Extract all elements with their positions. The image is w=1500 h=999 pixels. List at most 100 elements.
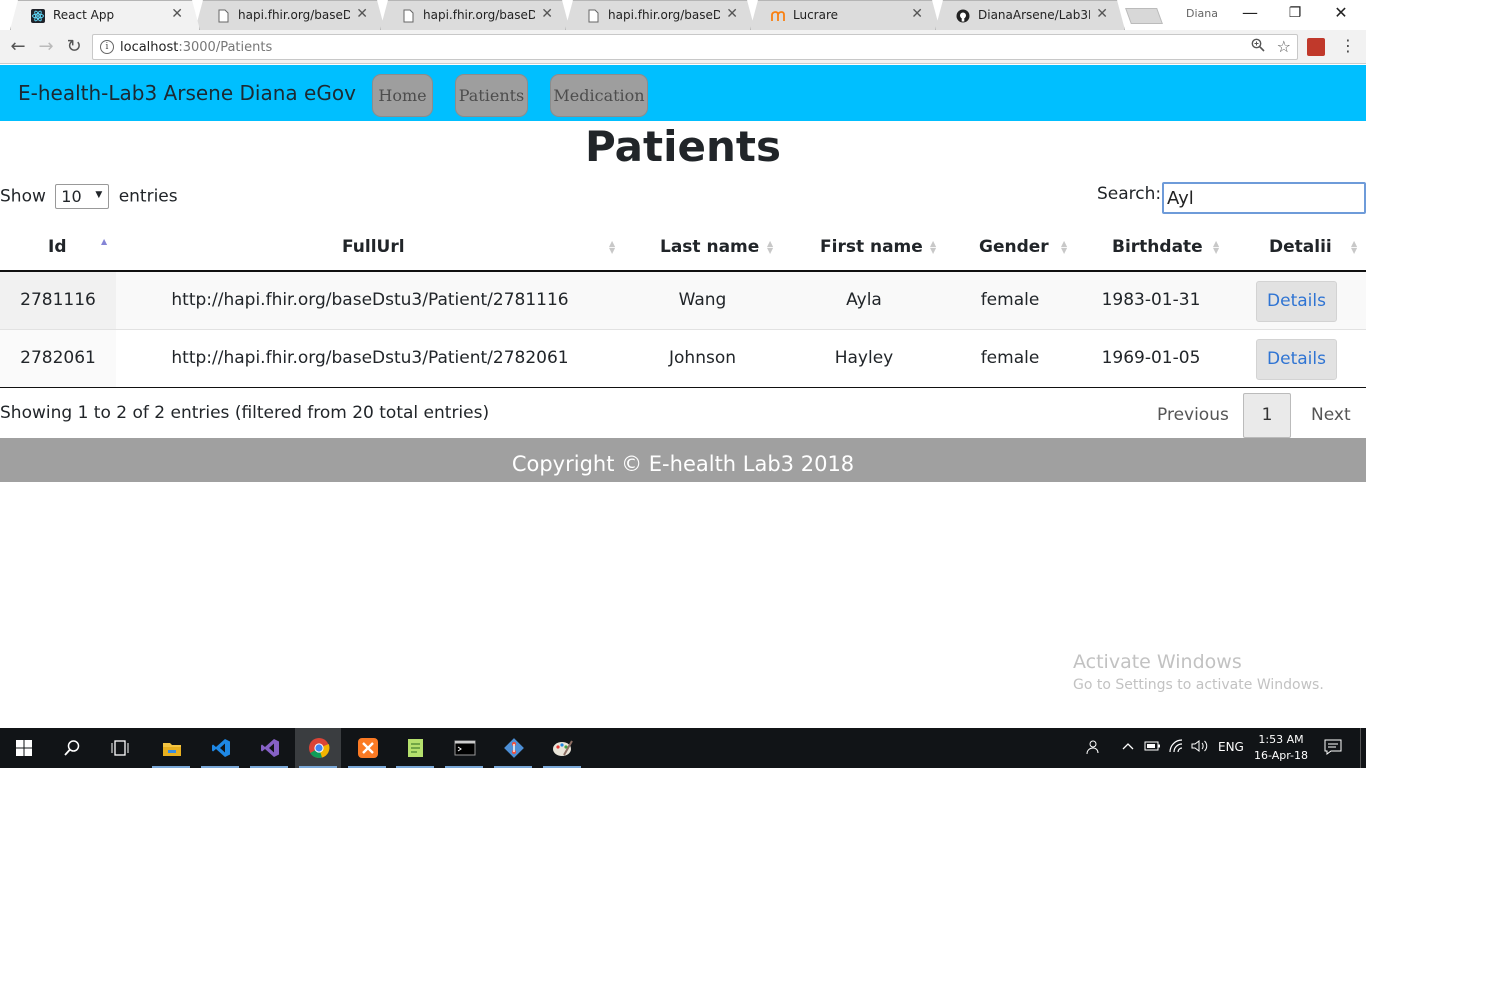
- task-view-button[interactable]: [96, 728, 142, 768]
- table-info: Showing 1 to 2 of 2 entries (filtered fr…: [0, 403, 490, 423]
- taskbar-visual-studio[interactable]: [246, 728, 292, 768]
- battery-icon[interactable]: [1144, 739, 1162, 757]
- previous-page-button[interactable]: Previous: [1157, 405, 1229, 425]
- next-page-button[interactable]: Next: [1311, 405, 1351, 425]
- cell-gender: female: [980, 290, 1040, 310]
- column-header-gender[interactable]: Gender: [979, 237, 1049, 257]
- page-icon: [586, 9, 600, 23]
- sort-ascending-icon[interactable]: ▲: [101, 238, 107, 246]
- details-button[interactable]: Details: [1256, 339, 1337, 380]
- table-header-row: Id ▲ FullUrl ▲ ▼ Last name ▲ ▼ First name …: [0, 224, 1366, 272]
- details-button[interactable]: Details: [1256, 281, 1337, 322]
- cell-id: 2781116: [20, 290, 96, 310]
- taskbar-vscode[interactable]: [197, 728, 243, 768]
- extension-icon[interactable]: [1307, 38, 1325, 56]
- notepad-plus-icon: [408, 739, 423, 757]
- close-tab-icon[interactable]: ✕: [911, 6, 923, 22]
- cell-last-name: Johnson: [669, 348, 736, 368]
- column-header-birthdate[interactable]: Birthdate: [1112, 237, 1203, 257]
- sort-icon[interactable]: ▲ ▼: [1213, 240, 1219, 255]
- search-input[interactable]: [1162, 182, 1366, 214]
- window-close-icon[interactable]: ✕: [1318, 3, 1364, 22]
- paint-icon: [553, 740, 573, 756]
- taskbar-git[interactable]: [490, 728, 536, 768]
- table-row: 2781116 http://hapi.fhir.org/baseDstu3/P…: [0, 272, 1366, 330]
- windows-taskbar: ENG 1:53 AM 16-Apr-18: [0, 728, 1366, 768]
- taskbar-chrome[interactable]: [295, 728, 341, 768]
- sort-icon[interactable]: ▲ ▼: [609, 240, 615, 255]
- browser-tab-hapi-2[interactable]: hapi.fhir.org/baseDstu3 ✕: [380, 0, 570, 30]
- chrome-menu-icon[interactable]: ⋮: [1340, 36, 1356, 55]
- vscode-icon: [212, 739, 230, 757]
- nav-medication-button[interactable]: Medication: [550, 74, 648, 117]
- forward-arrow-icon[interactable]: →: [34, 36, 58, 57]
- current-page-button[interactable]: 1: [1243, 393, 1291, 438]
- close-tab-icon[interactable]: ✕: [1096, 6, 1108, 22]
- bookmark-star-icon[interactable]: ☆: [1277, 37, 1291, 56]
- cell-birthdate: 1983-01-31: [1101, 290, 1201, 310]
- tab-title: hapi.fhir.org/baseDstu3: [423, 8, 535, 22]
- volume-icon[interactable]: [1191, 739, 1209, 757]
- taskbar-notepad-plus[interactable]: [392, 728, 438, 768]
- search-label: Search:: [1097, 184, 1162, 204]
- cell-gender: female: [980, 348, 1040, 368]
- column-header-id[interactable]: Id: [48, 237, 67, 257]
- screen: React App ✕ hapi.fhir.org/baseDstu3 ✕ ha…: [0, 0, 1366, 768]
- file-explorer-icon: [163, 743, 181, 756]
- page-icon: [401, 9, 415, 23]
- browser-tab-hapi-3[interactable]: hapi.fhir.org/baseDstu3 ✕: [565, 0, 755, 30]
- windows-start-button[interactable]: [0, 728, 46, 768]
- close-tab-icon[interactable]: ✕: [541, 6, 553, 22]
- browser-tab-hapi-1[interactable]: hapi.fhir.org/baseDstu3 ✕: [195, 0, 385, 30]
- site-info-icon[interactable]: i: [100, 40, 114, 54]
- address-bar[interactable]: i localhost:3000/Patients ☆: [92, 34, 1298, 60]
- column-header-fullurl[interactable]: FullUrl: [342, 237, 405, 257]
- taskbar-search-button[interactable]: [48, 728, 94, 768]
- new-tab-button[interactable]: [1125, 8, 1163, 24]
- zoom-icon[interactable]: [1251, 38, 1265, 56]
- tab-title: React App: [53, 8, 115, 22]
- column-header-detalii[interactable]: Detalii: [1269, 237, 1332, 257]
- taskbar-terminal[interactable]: [441, 728, 487, 768]
- browser-tab-react-app[interactable]: React App ✕: [10, 0, 200, 30]
- language-indicator[interactable]: ENG: [1218, 740, 1244, 754]
- sort-icon[interactable]: ▲ ▼: [930, 240, 936, 255]
- sort-icon[interactable]: ▲ ▼: [767, 240, 773, 255]
- close-tab-icon[interactable]: ✕: [171, 6, 183, 22]
- cell-last-name: Wang: [678, 290, 727, 310]
- sort-icon[interactable]: ▲ ▼: [1061, 240, 1067, 255]
- minimize-icon[interactable]: —: [1227, 3, 1273, 22]
- taskbar-file-explorer[interactable]: [148, 728, 194, 768]
- taskbar-paint[interactable]: [539, 728, 585, 768]
- action-center-icon[interactable]: [1324, 739, 1342, 759]
- navbar-brand[interactable]: E-health-Lab3 Arsene Diana eGov: [18, 81, 356, 105]
- cell-fullurl: http://hapi.fhir.org/baseDstu3/Patient/2…: [171, 290, 569, 310]
- sort-icon[interactable]: ▲ ▼: [1351, 240, 1357, 255]
- nav-patients-button[interactable]: Patients: [455, 74, 528, 117]
- tab-title: hapi.fhir.org/baseDstu3: [608, 8, 720, 22]
- restore-icon[interactable]: ❐: [1272, 5, 1318, 21]
- browser-tab-lucrare[interactable]: Lucrare ✕: [750, 0, 940, 30]
- people-icon[interactable]: [1084, 739, 1100, 759]
- react-icon: [31, 9, 45, 23]
- back-arrow-icon[interactable]: ←: [6, 36, 30, 57]
- column-header-first-name[interactable]: First name: [820, 237, 923, 257]
- profile-name[interactable]: Diana: [1186, 7, 1218, 20]
- close-tab-icon[interactable]: ✕: [356, 6, 368, 22]
- page-title: Patients: [585, 122, 781, 171]
- browser-tab-github[interactable]: DianaArsene/Lab3Eheal ✕: [935, 0, 1125, 30]
- footer: Copyright © E-health Lab3 2018: [0, 438, 1366, 482]
- close-tab-icon[interactable]: ✕: [726, 6, 738, 22]
- taskbar-xampp[interactable]: [344, 728, 390, 768]
- nav-home-button[interactable]: Home: [372, 74, 433, 117]
- table-row: 2782061 http://hapi.fhir.org/baseDstu3/P…: [0, 330, 1366, 388]
- wifi-icon[interactable]: [1168, 739, 1186, 757]
- page-length-select[interactable]: 10 ▼: [55, 184, 110, 209]
- reload-icon[interactable]: ↻: [62, 36, 86, 57]
- taskbar-clock[interactable]: 1:53 AM 16-Apr-18: [1250, 732, 1312, 764]
- show-hidden-icons-chevron-icon[interactable]: [1121, 739, 1135, 757]
- show-label: Show: [0, 186, 46, 207]
- url-text[interactable]: localhost:3000/Patients: [120, 40, 272, 55]
- show-desktop-button[interactable]: [1360, 728, 1366, 768]
- column-header-last-name[interactable]: Last name: [660, 237, 759, 257]
